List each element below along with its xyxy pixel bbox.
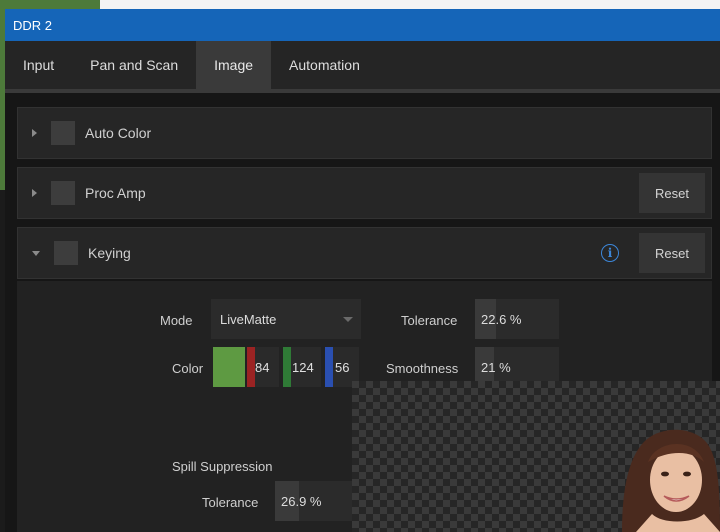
smoothness-label: Smoothness xyxy=(386,361,459,376)
expand-arrow-icon[interactable] xyxy=(32,129,37,137)
section-label: Keying xyxy=(88,245,131,261)
desktop-strip xyxy=(100,0,720,9)
section-label: Proc Amp xyxy=(85,185,146,201)
proc-amp-reset-button[interactable]: Reset xyxy=(639,173,705,213)
spill-tolerance-slider[interactable]: 26.9 % xyxy=(275,481,355,521)
tab-input[interactable]: Input xyxy=(5,41,72,89)
chevron-down-icon xyxy=(343,317,353,322)
window-titlebar[interactable]: DDR 2 xyxy=(5,9,720,41)
keying-checkbox[interactable] xyxy=(54,241,78,265)
color-label: Color xyxy=(172,361,204,376)
tab-automation[interactable]: Automation xyxy=(271,41,378,89)
info-icon[interactable]: i xyxy=(601,244,619,262)
tab-label: Automation xyxy=(289,57,360,73)
section-keying[interactable]: Keying i Reset xyxy=(17,227,712,279)
mode-dropdown[interactable]: LiveMatte xyxy=(211,299,361,339)
auto-color-checkbox[interactable] xyxy=(51,121,75,145)
spill-tolerance-label: Tolerance xyxy=(202,495,259,510)
collapse-arrow-icon[interactable] xyxy=(32,250,40,256)
section-label: Auto Color xyxy=(85,125,152,141)
tab-label: Image xyxy=(214,57,254,73)
window-title: DDR 2 xyxy=(13,17,53,33)
spill-suppression-heading: Spill Suppression xyxy=(172,459,273,474)
tab-label: Pan and Scan xyxy=(90,57,179,73)
red-value: 84 xyxy=(255,359,270,375)
tab-pan-and-scan[interactable]: Pan and Scan xyxy=(72,41,196,89)
color-red-field[interactable]: 84 xyxy=(247,347,279,387)
section-auto-color[interactable]: Auto Color xyxy=(17,107,712,159)
tolerance-value: 22.6 % xyxy=(481,311,522,327)
expand-arrow-icon[interactable] xyxy=(32,189,37,197)
smoothness-value: 21 % xyxy=(481,359,511,375)
keying-reset-button[interactable]: Reset xyxy=(639,233,705,273)
blue-value: 56 xyxy=(335,359,350,375)
presenter-image xyxy=(622,429,720,532)
proc-amp-checkbox[interactable] xyxy=(51,181,75,205)
green-value: 124 xyxy=(292,359,314,375)
section-proc-amp[interactable]: Proc Amp Reset xyxy=(17,167,712,219)
mode-value: LiveMatte xyxy=(220,311,277,327)
color-green-field[interactable]: 124 xyxy=(283,347,321,387)
spill-tolerance-value: 26.9 % xyxy=(281,493,322,509)
tab-bar: Input Pan and Scan Image Automation xyxy=(5,41,720,93)
color-swatch[interactable] xyxy=(213,347,245,387)
mode-label: Mode xyxy=(160,313,193,328)
tolerance-slider[interactable]: 22.6 % xyxy=(475,299,559,339)
tolerance-label: Tolerance xyxy=(401,313,458,328)
tab-label: Input xyxy=(23,57,55,73)
tab-image[interactable]: Image xyxy=(196,41,272,89)
